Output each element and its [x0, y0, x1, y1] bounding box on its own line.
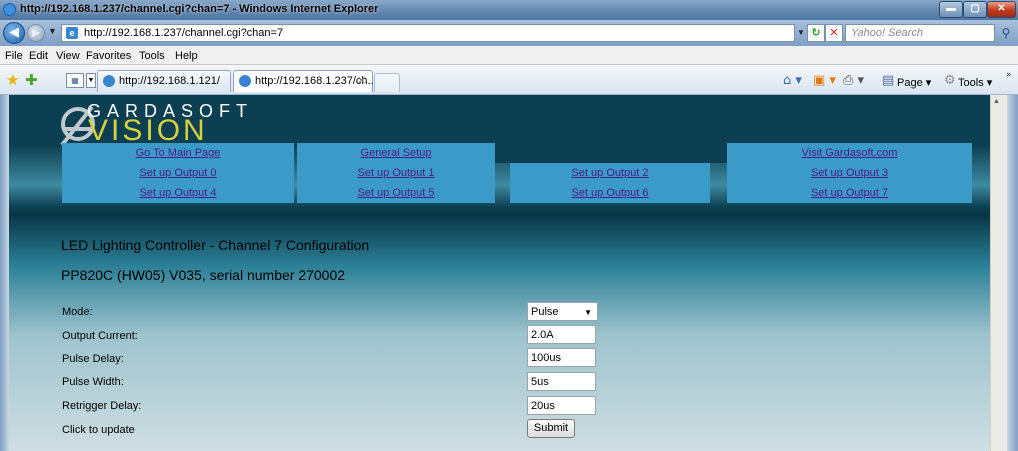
pulse-width-label: Pulse Width:: [62, 376, 124, 388]
tab-label: http://192.168.1.121/: [119, 75, 220, 87]
nav-output-5: Set up Output 5: [297, 183, 495, 203]
nav-output-0: Set up Output 0: [62, 163, 294, 183]
pulse-width-input[interactable]: 5us: [527, 372, 596, 391]
favorites-star-icon[interactable]: ★: [6, 71, 19, 89]
window-title: http://192.168.1.237/channel.cgi?chan=7 …: [20, 3, 379, 15]
ie-logo-icon: [3, 3, 16, 16]
tab-1[interactable]: http://192.168.1.121/: [97, 70, 231, 92]
ie-tab-icon: [239, 75, 251, 87]
chevron-down-icon: ▼: [584, 308, 592, 317]
tab-list-icon[interactable]: ▼: [86, 73, 96, 88]
menu-favorites[interactable]: Favorites: [86, 50, 131, 62]
window-frame-left: [0, 95, 9, 451]
add-favorites-icon[interactable]: ✚: [25, 71, 38, 89]
minimize-button[interactable]: ▬: [939, 1, 963, 18]
page-menu-label: Page: [897, 77, 923, 89]
menu-file[interactable]: File: [5, 50, 23, 62]
nav-output-7: Set up Output 7: [727, 183, 972, 203]
nav-link-output-0[interactable]: Set up Output 0: [139, 167, 216, 179]
scroll-up-icon[interactable]: ▲: [993, 98, 1000, 105]
device-info: PP820C (HW05) V035, serial number 270002: [61, 267, 346, 283]
history-dropdown-icon[interactable]: ▼: [48, 26, 57, 36]
pulse-delay-input[interactable]: 100us: [527, 348, 596, 367]
nav-link-output-5[interactable]: Set up Output 5: [357, 187, 434, 199]
forward-button[interactable]: ▶: [27, 24, 45, 42]
nav-link-main-page[interactable]: Go To Main Page: [136, 147, 221, 159]
menu-edit[interactable]: Edit: [29, 50, 48, 62]
search-icon[interactable]: ⚲: [996, 24, 1016, 42]
stop-icon[interactable]: ✕: [825, 24, 843, 42]
vertical-scrollbar[interactable]: [990, 95, 1007, 451]
address-url[interactable]: http://192.168.1.237/channel.cgi?chan=7: [84, 27, 283, 39]
retrigger-delay-label: Retrigger Delay:: [62, 400, 142, 412]
tools-gear-icon: ⚙: [944, 73, 956, 88]
nav-link-output-4[interactable]: Set up Output 4: [139, 187, 216, 199]
page-menu-icon: ▤: [882, 73, 895, 88]
search-input[interactable]: Yahoo! Search: [845, 24, 995, 42]
nav-output-4: Set up Output 4: [62, 183, 294, 203]
nav-output-3: Set up Output 3: [727, 163, 972, 183]
close-button[interactable]: ✕: [987, 1, 1016, 18]
nav-link-visit-gardasoft[interactable]: Visit Gardasoft.com: [802, 147, 898, 159]
page-icon: e: [66, 27, 78, 39]
mode-label: Mode:: [62, 306, 93, 318]
print-icon[interactable]: ⎙ ▾: [843, 73, 864, 88]
nav-main-page: Go To Main Page: [62, 143, 294, 163]
output-current-input[interactable]: 2.0A: [527, 325, 596, 344]
tools-menu[interactable]: Tools ▾: [958, 76, 992, 89]
ie-tab-icon: [103, 75, 115, 87]
maximize-button[interactable]: ▢: [963, 1, 987, 18]
back-button[interactable]: ◀: [3, 22, 25, 44]
mode-select[interactable]: Pulse ▼: [527, 302, 598, 321]
nav-output-1: Set up Output 1: [297, 163, 495, 183]
quick-tabs-icon[interactable]: ▦: [66, 73, 84, 88]
output-current-label: Output Current:: [62, 330, 138, 342]
retrigger-delay-input[interactable]: 20us: [527, 396, 596, 415]
nav-link-output-6[interactable]: Set up Output 6: [571, 187, 648, 199]
nav-link-output-2[interactable]: Set up Output 2: [571, 167, 648, 179]
chevron-more-icon[interactable]: »: [1006, 70, 1012, 80]
tab-2-active[interactable]: http://192.168.1.237/ch...: [233, 70, 377, 92]
home-icon[interactable]: ⌂ ▾: [783, 73, 802, 88]
page-menu[interactable]: Page ▾: [897, 76, 931, 89]
menu-tools[interactable]: Tools: [139, 50, 165, 62]
update-label: Click to update: [62, 424, 135, 436]
menu-view[interactable]: View: [56, 50, 80, 62]
page-title: LED Lighting Controller - Channel 7 Conf…: [61, 237, 370, 253]
nav-empty-cell: [495, 143, 727, 163]
mode-value: Pulse: [531, 306, 559, 318]
nav-output-6: Set up Output 6: [510, 183, 710, 203]
tools-menu-label: Tools: [958, 77, 984, 89]
submit-button[interactable]: Submit: [527, 419, 575, 438]
new-tab-button[interactable]: [374, 73, 400, 92]
refresh-icon[interactable]: ↻: [807, 24, 825, 42]
nav-link-output-7[interactable]: Set up Output 7: [811, 187, 888, 199]
nav-output-2: Set up Output 2: [510, 163, 710, 183]
title-bar: http://192.168.1.237/channel.cgi?chan=7 …: [0, 0, 1018, 20]
tab-close-icon[interactable]: ✕: [357, 74, 366, 87]
feeds-icon[interactable]: ▣ ▾: [813, 73, 836, 88]
pulse-delay-label: Pulse Delay:: [62, 353, 124, 365]
address-bar[interactable]: e http://192.168.1.237/channel.cgi?chan=…: [61, 24, 795, 42]
window-frame-right: [1007, 95, 1018, 451]
nav-general-setup: General Setup: [297, 143, 495, 163]
nav-link-general-setup[interactable]: General Setup: [361, 147, 432, 159]
nav-link-output-1[interactable]: Set up Output 1: [357, 167, 434, 179]
address-dropdown-icon[interactable]: ▼: [795, 24, 807, 42]
menu-help[interactable]: Help: [175, 50, 198, 62]
nav-visit-gardasoft: Visit Gardasoft.com: [727, 143, 972, 163]
nav-link-output-3[interactable]: Set up Output 3: [811, 167, 888, 179]
